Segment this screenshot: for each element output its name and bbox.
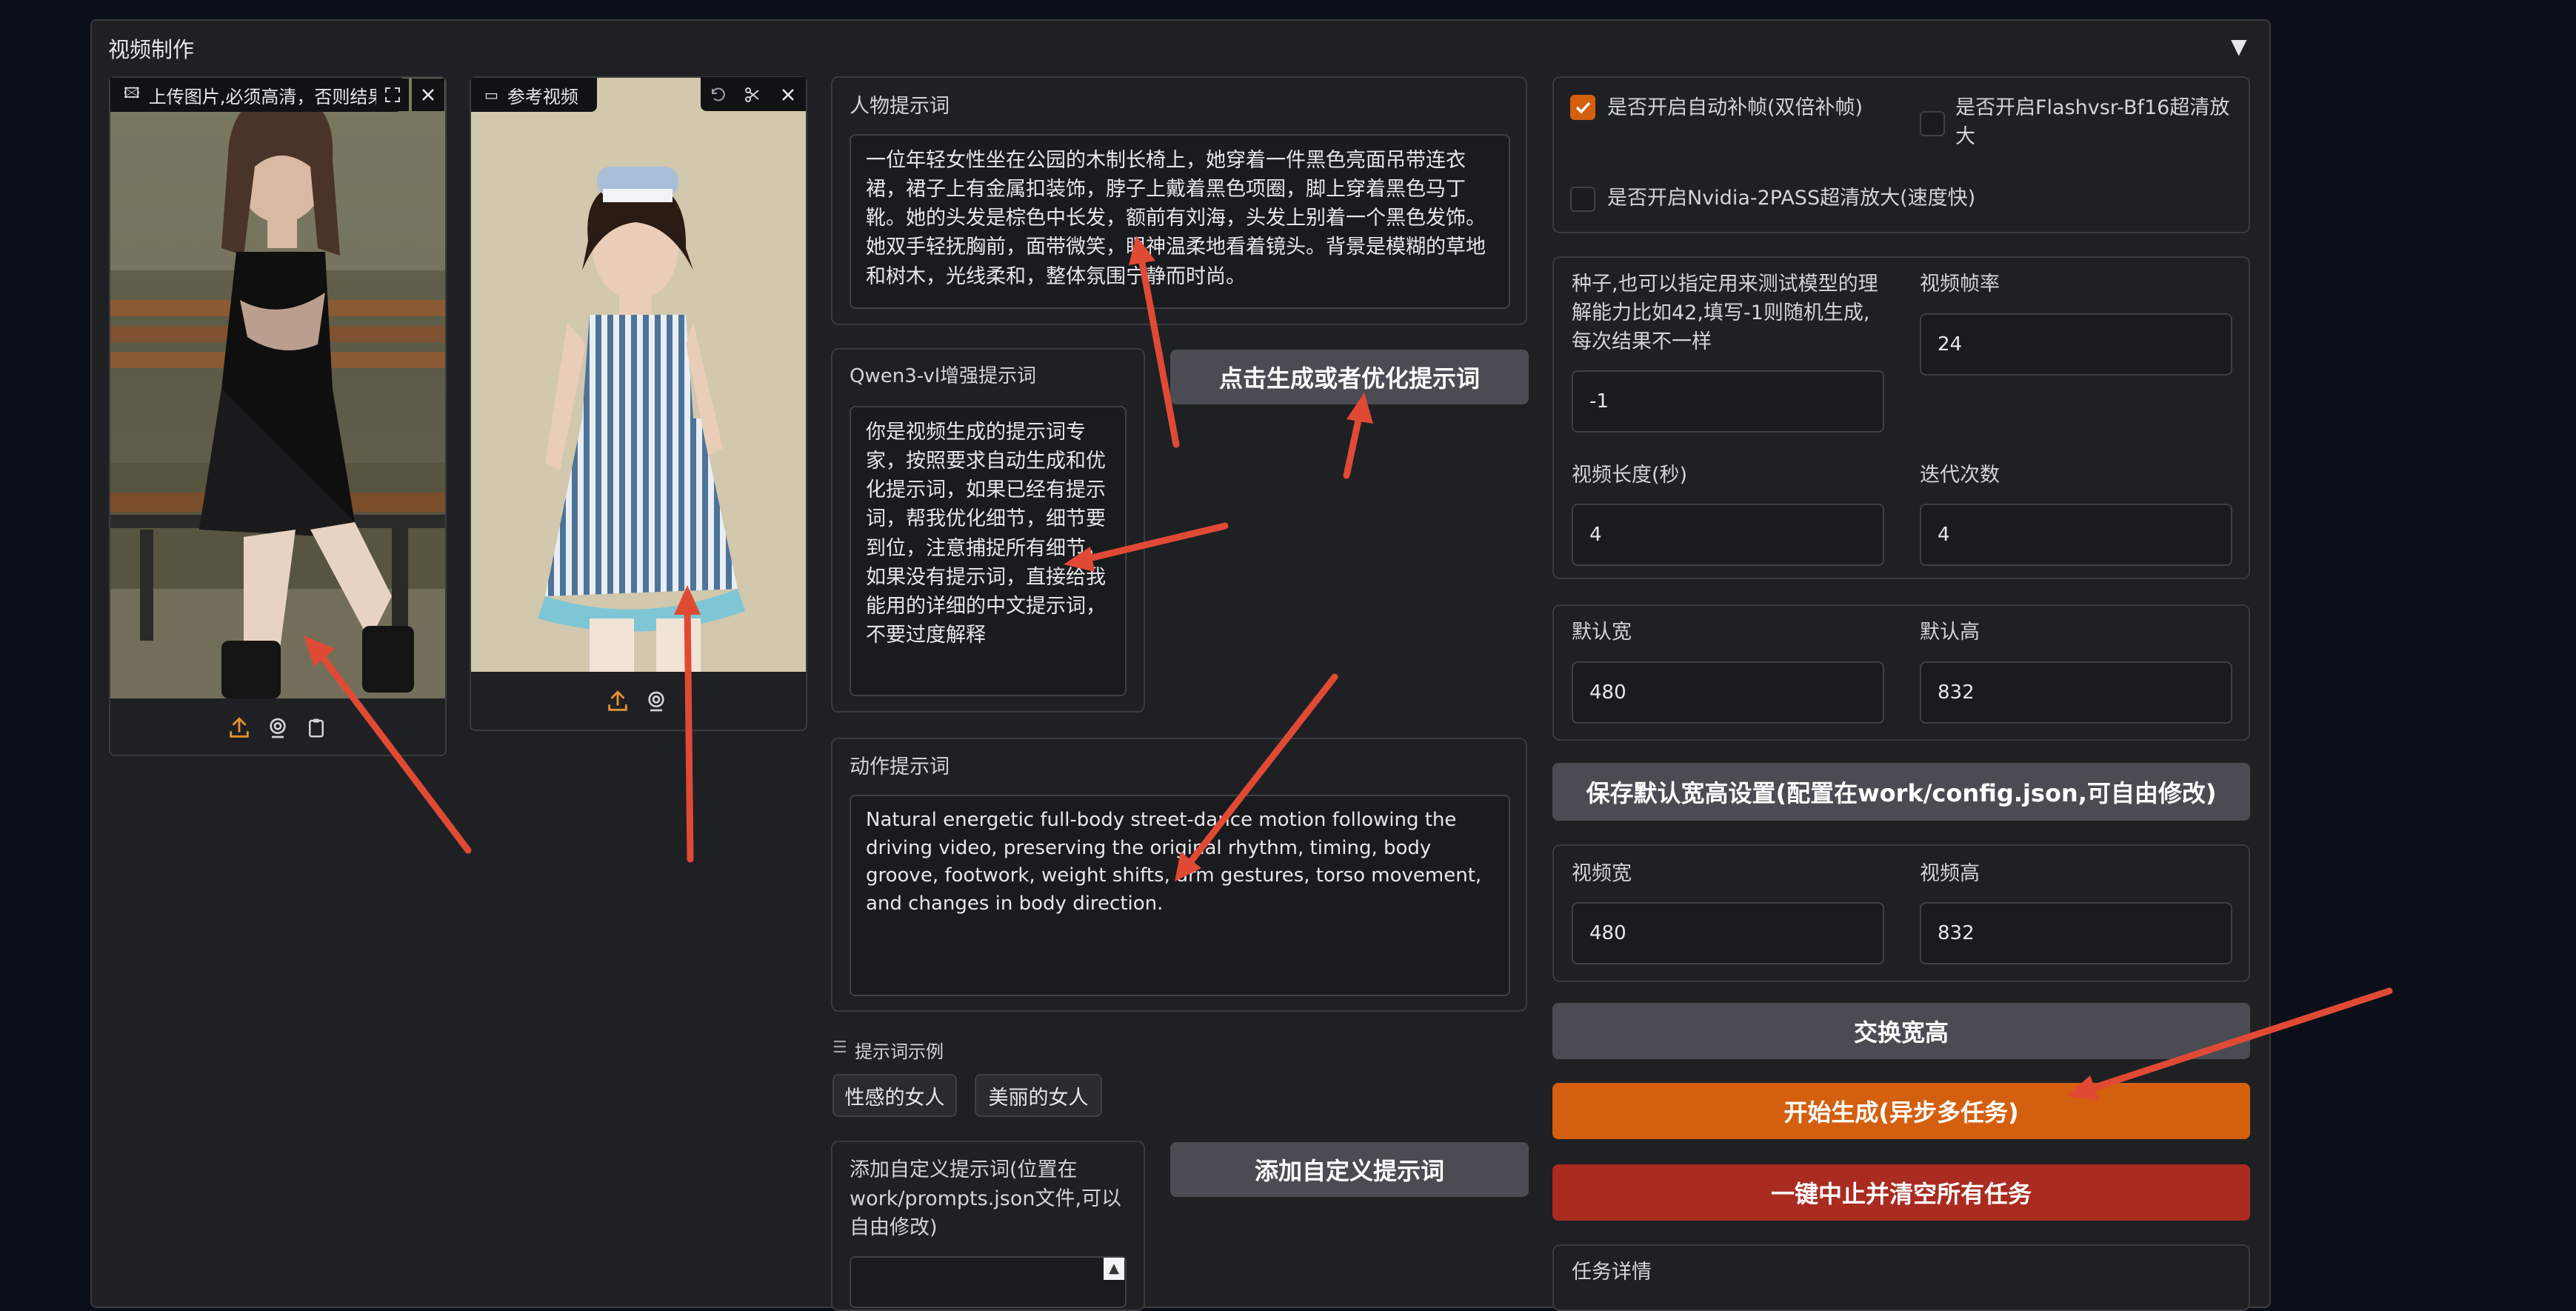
video-icon: ▭ <box>484 86 498 104</box>
default-height-input[interactable]: 832 <box>1920 661 2232 724</box>
upload-icon[interactable] <box>223 712 256 744</box>
video-width-label: 视频宽 <box>1572 862 1632 885</box>
start-generate-button[interactable]: 开始生成(异步多任务) <box>1552 1083 2250 1139</box>
action-prompt-textarea[interactable]: Natural energetic full-body street-dance… <box>850 795 1510 996</box>
auto-interp-label: 是否开启自动补帧(双倍补帧) <box>1607 96 1863 119</box>
save-defaults-button[interactable]: 保存默认宽高设置(配置在work/config.json,可自由修改) <box>1552 763 2250 821</box>
qwen-prompt-textarea[interactable]: 你是视频生成的提示词专家，按照要求自动生成和优化提示词，如果已经有提示词，帮我优… <box>850 406 1127 696</box>
video-height-label: 视频高 <box>1920 862 1980 885</box>
swap-size-button[interactable]: 交换宽高 <box>1552 1003 2250 1059</box>
undo-icon[interactable] <box>702 79 735 111</box>
default-width-input[interactable]: 480 <box>1572 661 1884 724</box>
example-chip[interactable]: 美丽的女人 <box>975 1074 1102 1117</box>
video-width-input[interactable]: 480 <box>1572 902 1884 964</box>
ref-video-label: ▭ 参考视频 <box>471 78 597 112</box>
upload-icon[interactable] <box>601 685 634 718</box>
video-frame <box>471 78 806 672</box>
list-icon: ☰ <box>832 1038 847 1057</box>
close-icon[interactable] <box>412 79 444 111</box>
fullscreen-icon[interactable] <box>376 79 409 111</box>
webcam-icon[interactable] <box>640 685 673 718</box>
qwen-prompt-label: Qwen3-vl增强提示词 <box>850 365 1037 387</box>
upload-image-label: 🖾 上传图片,必须高清，否则结果 <box>110 78 402 112</box>
ref-video-panel[interactable] <box>470 76 807 731</box>
iterations-input[interactable]: 4 <box>1920 504 2232 566</box>
seed-input[interactable]: -1 <box>1572 370 1884 433</box>
default-height-label: 默认高 <box>1920 621 1980 644</box>
example-chip[interactable]: 性感的女人 <box>832 1074 957 1117</box>
upload-image-panel[interactable] <box>109 76 447 756</box>
video-toolbar-strip <box>471 672 806 730</box>
task-details-block <box>1552 1244 2250 1311</box>
video-height-input[interactable]: 832 <box>1920 902 2232 964</box>
custom-prompt-label: 添加自定义提示词(位置在work/prompts.json文件,可以自由修改) <box>850 1158 1122 1240</box>
generate-prompt-button[interactable]: 点击生成或者优化提示词 <box>1170 350 1529 404</box>
add-custom-prompt-button[interactable]: 添加自定义提示词 <box>1170 1142 1529 1197</box>
action-prompt-label: 动作提示词 <box>850 755 950 778</box>
custom-prompt-textarea[interactable] <box>850 1256 1127 1308</box>
nvidia-label: 是否开启Nvidia-2PASS超清放大(速度快) <box>1607 187 1976 210</box>
flashvsr-checkbox[interactable] <box>1920 111 1945 136</box>
clipboard-icon[interactable] <box>300 712 333 744</box>
scroll-up-icon[interactable]: ▲ <box>1104 1258 1124 1280</box>
default-width-label: 默认宽 <box>1572 621 1632 644</box>
accordion-title[interactable]: 视频制作 <box>108 33 194 64</box>
examples-label: 提示词示例 <box>855 1041 944 1062</box>
person-prompt-textarea[interactable]: 一位年轻女性坐在公园的木制长椅上，她穿着一件黑色亮面吊带连衣裙，裙子上有金属扣装… <box>850 134 1510 309</box>
iterations-label: 迭代次数 <box>1920 464 2000 487</box>
webcam-icon[interactable] <box>261 712 294 744</box>
flashvsr-label: 是否开启Flashvsr-Bf16超清放大 <box>1955 96 2230 149</box>
auto-interp-checkbox[interactable] <box>1570 95 1595 120</box>
image-icon: 🖾 <box>124 84 140 101</box>
seed-label: 种子,也可以指定用来测试模型的理解能力比如42,填写-1则随机生成,每次结果不一… <box>1572 273 1878 354</box>
person-prompt-label: 人物提示词 <box>850 95 950 118</box>
fps-label: 视频帧率 <box>1920 273 2000 296</box>
close-icon[interactable] <box>772 79 804 111</box>
stop-all-button[interactable]: 一键中止并清空所有任务 <box>1552 1164 2250 1221</box>
fps-input[interactable]: 24 <box>1920 313 2232 376</box>
duration-label: 视频长度(秒) <box>1572 464 1688 487</box>
task-details-label: 任务详情 <box>1572 1261 1652 1284</box>
scissors-icon[interactable] <box>736 79 769 111</box>
duration-input[interactable]: 4 <box>1572 504 1884 566</box>
accordion-toggle-icon[interactable]: ▼ <box>2231 34 2247 59</box>
nvidia-checkbox[interactable] <box>1570 187 1595 212</box>
uploaded-photo <box>110 78 445 698</box>
